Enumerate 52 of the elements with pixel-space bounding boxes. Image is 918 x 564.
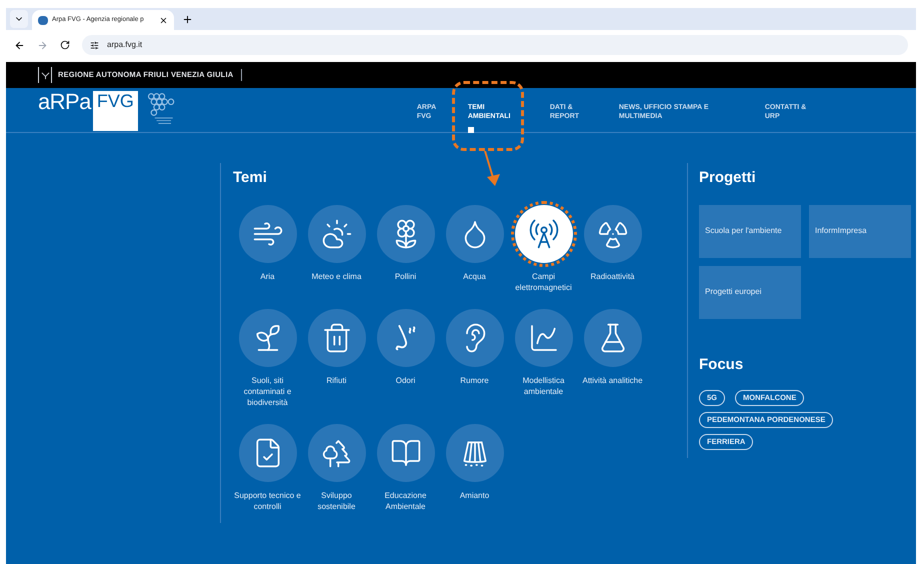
region-emblem-icon (38, 67, 52, 83)
project-card[interactable]: InformImpresa (809, 204, 911, 258)
reload-icon[interactable] (60, 40, 70, 50)
theme-label: Aria (259, 270, 276, 282)
radio-tower-icon (528, 218, 560, 250)
theme-label: Attività analitiche (581, 374, 644, 386)
theme-label: Pollini (394, 270, 418, 282)
theme-label: Amianto (458, 490, 490, 500)
theme-tile[interactable]: Odori (371, 308, 440, 408)
theme-label: Meteo e clima (310, 270, 362, 282)
theme-tile[interactable]: Meteo e clima (302, 204, 371, 292)
theme-label: Suoli, siti contaminati e biodiversità (242, 374, 292, 408)
new-tab-icon[interactable] (182, 14, 193, 25)
site-settings-icon[interactable] (90, 40, 99, 50)
theme-label: Campi elettromagnetici (514, 270, 573, 292)
theme-tile[interactable]: Acqua (440, 204, 509, 292)
forward-icon[interactable] (37, 40, 48, 50)
theme-tile[interactable]: Rumore (440, 308, 509, 408)
address-bar[interactable]: arpa.fvg.it (82, 35, 908, 55)
url-text: arpa.fvg.it (107, 39, 142, 51)
theme-tile[interactable]: Pollini (371, 204, 440, 292)
theme-tile[interactable]: Educazione Ambientale (371, 424, 440, 512)
theme-tile[interactable]: Campi elettromagnetici (509, 204, 578, 292)
cloud-sun-icon (320, 218, 352, 250)
theme-tile[interactable]: Suoli, siti contaminati e biodiversità (233, 308, 302, 408)
theme-label: Rumore (459, 374, 490, 386)
theme-label: Sviluppo sostenibile (316, 490, 356, 512)
theme-label: Modellistica ambientale (522, 374, 566, 396)
pointer-arrow (482, 151, 502, 187)
project-card[interactable]: Scuola per l'ambiente (699, 204, 801, 258)
back-icon[interactable] (14, 40, 25, 50)
section-title: Focus (699, 354, 744, 374)
theme-label: Supporto tecnico e controlli (233, 490, 302, 512)
theme-label: Radioattività (589, 270, 636, 282)
theme-tile[interactable]: Aria (233, 204, 302, 292)
favicon-icon (38, 16, 48, 24)
close-icon[interactable] (159, 16, 168, 24)
theme-tile[interactable]: Sviluppo sostenibile (302, 424, 371, 512)
theme-tile[interactable]: Radioattività (578, 204, 647, 292)
theme-label: Odori (394, 374, 416, 386)
arpa-logo[interactable]: aRPa FVG (38, 91, 182, 131)
theme-tile[interactable]: Modellistica ambientale (509, 308, 578, 408)
section-title: Temi (233, 168, 267, 188)
section-title: Progetti (699, 168, 757, 188)
theme-label: Acqua (462, 270, 487, 282)
theme-label: Educazione Ambientale (384, 490, 428, 512)
theme-tile[interactable]: Rifiuti (302, 308, 371, 408)
theme-tile[interactable]: Supporto tecnico e controlli (233, 424, 302, 512)
theme-tile[interactable]: Attività analitiche (578, 308, 647, 408)
project-card[interactable]: Progetti europei (699, 266, 801, 318)
theme-tile[interactable]: Amianto (440, 424, 509, 512)
theme-label: Rifiuti (325, 374, 348, 386)
